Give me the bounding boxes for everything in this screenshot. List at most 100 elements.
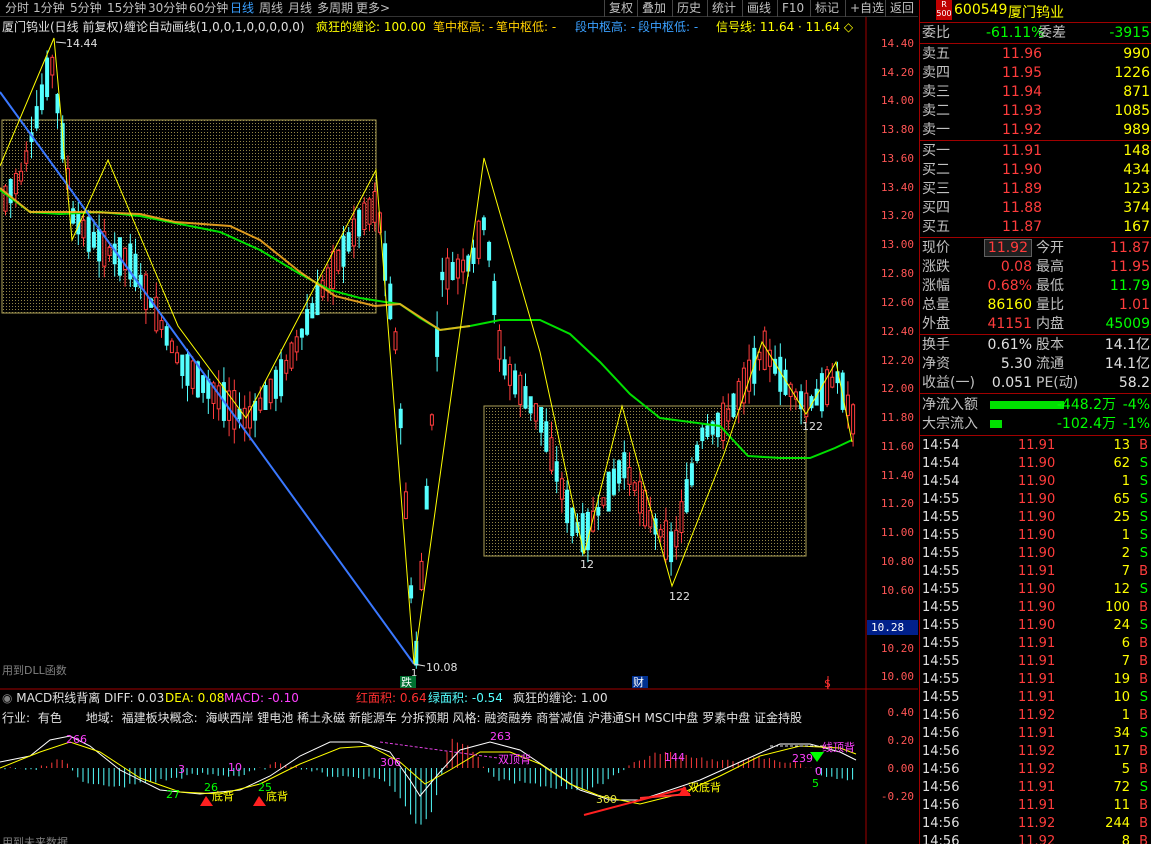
- bid-price: 11.90: [1002, 162, 1043, 178]
- tick-row[interactable]: 14:56 11.92 244 B: [920, 815, 1151, 833]
- stat-value: 45009: [1105, 316, 1150, 332]
- tick-time: 14:55: [922, 564, 960, 579]
- tick-side: B: [1139, 834, 1148, 844]
- ask-row-3[interactable]: 卖三 11.94 871: [920, 83, 1151, 102]
- tick-row[interactable]: 14:54 11.90 1 S: [920, 473, 1151, 491]
- ask-row-5[interactable]: 卖五 11.96 990: [920, 45, 1151, 64]
- tick-price: 11.90: [1018, 528, 1056, 543]
- tick-time: 14:55: [922, 636, 960, 651]
- tick-volume: 19: [1113, 672, 1130, 687]
- tick-row[interactable]: 14:56 11.92 8 B: [920, 833, 1151, 844]
- stat-label: 总量: [922, 297, 950, 313]
- bid-row-2[interactable]: 买二 11.90 434: [920, 161, 1151, 180]
- tick-row[interactable]: 14:54 11.90 62 S: [920, 455, 1151, 473]
- stat-label: 现价: [922, 240, 950, 256]
- tick-time: 14:56: [922, 798, 960, 813]
- industry-label: 行业:: [2, 711, 31, 725]
- tick-row[interactable]: 14:55 11.90 12 S: [920, 581, 1151, 599]
- tick-row[interactable]: 14:55 11.91 10 S: [920, 689, 1151, 707]
- tick-time: 14:55: [922, 582, 960, 597]
- tick-row[interactable]: 14:56 11.92 5 B: [920, 761, 1151, 779]
- bi-label-122-b: 122: [802, 420, 823, 433]
- tick-row[interactable]: 14:55 11.90 25 S: [920, 509, 1151, 527]
- tick-row[interactable]: 14:56 11.91 34 S: [920, 725, 1151, 743]
- high-price-label: 14.44: [66, 37, 98, 50]
- ask-row-4[interactable]: 卖四 11.95 1226: [920, 64, 1151, 83]
- tick-row[interactable]: 14:55 11.91 19 B: [920, 671, 1151, 689]
- tick-side: S: [1139, 690, 1148, 705]
- tick-row[interactable]: 14:56 11.91 11 B: [920, 797, 1151, 815]
- dll-note: 用到DLL函数: [2, 664, 67, 677]
- tick-row[interactable]: 14:55 11.90 100 B: [920, 599, 1151, 617]
- stat-row: 总量 86160 量比 1.01: [920, 296, 1151, 315]
- macd-title[interactable]: ◉ MACD积线背离: [2, 690, 100, 706]
- tick-row[interactable]: 14:55 11.90 1 S: [920, 527, 1151, 545]
- tick-side: B: [1139, 798, 1148, 813]
- stat-row: 现价 11.92 今开 11.87: [920, 239, 1151, 258]
- tick-side: B: [1139, 636, 1148, 651]
- flow-row: 净流入额 -448.2万 -4%: [920, 396, 1151, 415]
- stat-value: 5.30: [1000, 356, 1032, 372]
- y-tick: 14.40: [880, 37, 914, 50]
- tick-row[interactable]: 14:55 11.91 7 B: [920, 563, 1151, 581]
- flow-pct: -1%: [1122, 416, 1150, 432]
- y-tick: 10.60: [880, 584, 914, 597]
- tick-row[interactable]: 14:54 11.91 13 B: [920, 437, 1151, 455]
- ask-label: 卖二: [922, 103, 950, 119]
- tick-side: S: [1139, 546, 1148, 561]
- macd-green-area: 绿面积: -0.54: [428, 691, 503, 705]
- macd-ann-239: 239: [792, 752, 813, 765]
- bid-row-1[interactable]: 买一 11.91 148: [920, 142, 1151, 161]
- y-tick: 13.20: [880, 209, 914, 222]
- quote-panel: R 500 600549 厦门钨业 委比 -61.11% 委差 -3915 卖五 1…: [919, 0, 1151, 844]
- tick-volume: 10: [1113, 690, 1130, 705]
- tick-side: B: [1139, 816, 1148, 831]
- tick-row[interactable]: 14:56 11.92 1 B: [920, 707, 1151, 725]
- weicha-value: -3915: [1109, 25, 1150, 41]
- stat-value: 86160: [987, 297, 1032, 313]
- finance-marker[interactable]: 财: [633, 675, 644, 689]
- ask-row-2[interactable]: 卖二 11.93 1085: [920, 102, 1151, 121]
- tick-row[interactable]: 14:56 11.91 72 S: [920, 779, 1151, 797]
- flow-value: -102.4万: [1056, 416, 1116, 432]
- bid-volume: 374: [1123, 200, 1150, 216]
- macd-red-area: 红面积: 0.64: [356, 691, 427, 705]
- weicha-label: 委差: [1038, 25, 1066, 41]
- tick-row[interactable]: 14:55 11.90 2 S: [920, 545, 1151, 563]
- ask-row-1[interactable]: 卖一 11.92 989: [920, 121, 1151, 140]
- tick-side: S: [1139, 618, 1148, 633]
- tick-row[interactable]: 14:55 11.90 24 S: [920, 617, 1151, 635]
- signal-bottom-div-1: 底背: [212, 789, 234, 803]
- tick-volume: 100: [1105, 600, 1130, 615]
- tick-row[interactable]: 14:55 11.91 7 B: [920, 653, 1151, 671]
- bid-row-3[interactable]: 买三 11.89 123: [920, 180, 1151, 199]
- ask-price: 11.92: [1002, 122, 1043, 138]
- tick-row[interactable]: 14:56 11.92 17 B: [920, 743, 1151, 761]
- bid-row-5[interactable]: 买五 11.87 167: [920, 218, 1151, 237]
- ask-volume: 990: [1123, 46, 1150, 62]
- bid-label: 买四: [922, 200, 950, 216]
- drop-marker[interactable]: 跌: [401, 675, 412, 689]
- tick-row[interactable]: 14:55 11.91 6 B: [920, 635, 1151, 653]
- region-label: 地域:: [85, 711, 114, 725]
- tick-side: B: [1139, 654, 1148, 669]
- y-tick: 12.60: [880, 296, 914, 309]
- tick-row[interactable]: 14:55 11.90 65 S: [920, 491, 1151, 509]
- stat-value: 0.61%: [987, 337, 1032, 353]
- tick-volume: 12: [1113, 582, 1130, 597]
- tick-side: B: [1139, 564, 1148, 579]
- tick-volume: 11: [1113, 798, 1130, 813]
- low-price-label: 10.08: [426, 661, 458, 674]
- bid-label: 买二: [922, 162, 950, 178]
- bid-row-4[interactable]: 买四 11.88 374: [920, 199, 1151, 218]
- ask-price: 11.94: [1002, 84, 1043, 100]
- y-tick: 11.20: [880, 497, 914, 510]
- stat-label: 量比: [1036, 297, 1064, 313]
- bid-price: 11.91: [1002, 143, 1043, 159]
- tick-side: S: [1139, 582, 1148, 597]
- tick-side: S: [1139, 456, 1148, 471]
- y-tick: 11.40: [880, 469, 914, 482]
- ask-price: 11.95: [1002, 65, 1043, 81]
- stat-value: 58.2: [1118, 375, 1150, 391]
- industry-value: 有色: [37, 711, 62, 725]
